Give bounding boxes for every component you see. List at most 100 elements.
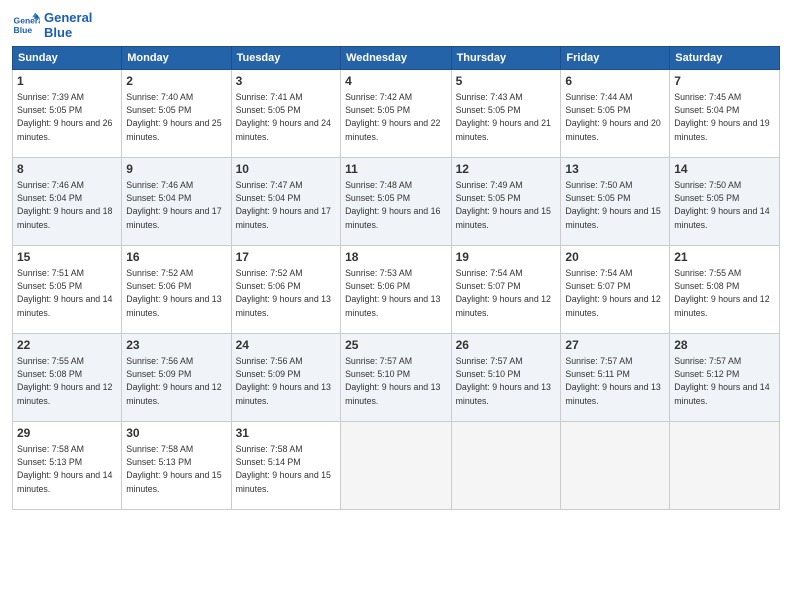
logo-blue: Blue [44,25,92,40]
day-info: Sunrise: 7:40 AMSunset: 5:05 PMDaylight:… [126,92,221,142]
calendar-cell: 18 Sunrise: 7:53 AMSunset: 5:06 PMDaylig… [341,246,452,334]
day-info: Sunrise: 7:57 AMSunset: 5:12 PMDaylight:… [674,356,769,406]
day-number: 25 [345,337,447,354]
day-number: 28 [674,337,775,354]
calendar-row-1: 1 Sunrise: 7:39 AMSunset: 5:05 PMDayligh… [13,70,780,158]
calendar-row-5: 29 Sunrise: 7:58 AMSunset: 5:13 PMDaylig… [13,422,780,510]
day-info: Sunrise: 7:46 AMSunset: 5:04 PMDaylight:… [17,180,112,230]
day-number: 22 [17,337,117,354]
day-info: Sunrise: 7:52 AMSunset: 5:06 PMDaylight:… [236,268,331,318]
calendar-cell: 25 Sunrise: 7:57 AMSunset: 5:10 PMDaylig… [341,334,452,422]
calendar-cell: 12 Sunrise: 7:49 AMSunset: 5:05 PMDaylig… [451,158,561,246]
day-info: Sunrise: 7:51 AMSunset: 5:05 PMDaylight:… [17,268,112,318]
day-number: 29 [17,425,117,442]
day-info: Sunrise: 7:44 AMSunset: 5:05 PMDaylight:… [565,92,660,142]
day-number: 1 [17,73,117,90]
calendar-cell: 31 Sunrise: 7:58 AMSunset: 5:14 PMDaylig… [231,422,340,510]
calendar-cell: 1 Sunrise: 7:39 AMSunset: 5:05 PMDayligh… [13,70,122,158]
calendar-cell: 7 Sunrise: 7:45 AMSunset: 5:04 PMDayligh… [670,70,780,158]
calendar-cell: 23 Sunrise: 7:56 AMSunset: 5:09 PMDaylig… [122,334,231,422]
day-info: Sunrise: 7:57 AMSunset: 5:10 PMDaylight:… [345,356,440,406]
calendar-cell: 28 Sunrise: 7:57 AMSunset: 5:12 PMDaylig… [670,334,780,422]
calendar-cell: 29 Sunrise: 7:58 AMSunset: 5:13 PMDaylig… [13,422,122,510]
day-info: Sunrise: 7:49 AMSunset: 5:05 PMDaylight:… [456,180,551,230]
day-info: Sunrise: 7:43 AMSunset: 5:05 PMDaylight:… [456,92,551,142]
calendar-table: SundayMondayTuesdayWednesdayThursdayFrid… [12,46,780,510]
day-number: 23 [126,337,226,354]
day-number: 31 [236,425,336,442]
day-info: Sunrise: 7:52 AMSunset: 5:06 PMDaylight:… [126,268,221,318]
col-header-thursday: Thursday [451,47,561,70]
day-number: 14 [674,161,775,178]
day-number: 27 [565,337,665,354]
day-number: 2 [126,73,226,90]
calendar-cell: 16 Sunrise: 7:52 AMSunset: 5:06 PMDaylig… [122,246,231,334]
day-number: 9 [126,161,226,178]
day-number: 18 [345,249,447,266]
day-number: 16 [126,249,226,266]
day-number: 26 [456,337,557,354]
calendar-cell: 27 Sunrise: 7:57 AMSunset: 5:11 PMDaylig… [561,334,670,422]
day-info: Sunrise: 7:56 AMSunset: 5:09 PMDaylight:… [126,356,221,406]
day-number: 8 [17,161,117,178]
calendar-cell [670,422,780,510]
day-info: Sunrise: 7:50 AMSunset: 5:05 PMDaylight:… [565,180,660,230]
col-header-tuesday: Tuesday [231,47,340,70]
calendar-cell: 24 Sunrise: 7:56 AMSunset: 5:09 PMDaylig… [231,334,340,422]
day-number: 5 [456,73,557,90]
day-info: Sunrise: 7:55 AMSunset: 5:08 PMDaylight:… [17,356,112,406]
logo-general: General [44,10,92,25]
day-number: 6 [565,73,665,90]
day-info: Sunrise: 7:57 AMSunset: 5:11 PMDaylight:… [565,356,660,406]
day-number: 15 [17,249,117,266]
calendar-cell: 19 Sunrise: 7:54 AMSunset: 5:07 PMDaylig… [451,246,561,334]
day-number: 4 [345,73,447,90]
day-number: 21 [674,249,775,266]
calendar-cell [451,422,561,510]
day-info: Sunrise: 7:47 AMSunset: 5:04 PMDaylight:… [236,180,331,230]
day-info: Sunrise: 7:41 AMSunset: 5:05 PMDaylight:… [236,92,331,142]
day-info: Sunrise: 7:48 AMSunset: 5:05 PMDaylight:… [345,180,440,230]
day-info: Sunrise: 7:54 AMSunset: 5:07 PMDaylight:… [565,268,660,318]
day-number: 10 [236,161,336,178]
day-info: Sunrise: 7:58 AMSunset: 5:14 PMDaylight:… [236,444,331,494]
logo: General Blue General Blue [12,10,92,40]
calendar-cell: 10 Sunrise: 7:47 AMSunset: 5:04 PMDaylig… [231,158,340,246]
day-number: 7 [674,73,775,90]
calendar-cell [561,422,670,510]
day-info: Sunrise: 7:58 AMSunset: 5:13 PMDaylight:… [126,444,221,494]
day-number: 20 [565,249,665,266]
calendar-cell: 22 Sunrise: 7:55 AMSunset: 5:08 PMDaylig… [13,334,122,422]
calendar-cell: 15 Sunrise: 7:51 AMSunset: 5:05 PMDaylig… [13,246,122,334]
day-info: Sunrise: 7:50 AMSunset: 5:05 PMDaylight:… [674,180,769,230]
day-number: 24 [236,337,336,354]
calendar-cell: 4 Sunrise: 7:42 AMSunset: 5:05 PMDayligh… [341,70,452,158]
svg-text:Blue: Blue [14,25,33,35]
calendar-cell: 13 Sunrise: 7:50 AMSunset: 5:05 PMDaylig… [561,158,670,246]
day-info: Sunrise: 7:39 AMSunset: 5:05 PMDaylight:… [17,92,112,142]
calendar-cell: 20 Sunrise: 7:54 AMSunset: 5:07 PMDaylig… [561,246,670,334]
calendar-cell: 26 Sunrise: 7:57 AMSunset: 5:10 PMDaylig… [451,334,561,422]
calendar-cell: 3 Sunrise: 7:41 AMSunset: 5:05 PMDayligh… [231,70,340,158]
page-header: General Blue General Blue [12,10,780,40]
calendar-cell: 17 Sunrise: 7:52 AMSunset: 5:06 PMDaylig… [231,246,340,334]
calendar-row-3: 15 Sunrise: 7:51 AMSunset: 5:05 PMDaylig… [13,246,780,334]
calendar-cell: 21 Sunrise: 7:55 AMSunset: 5:08 PMDaylig… [670,246,780,334]
col-header-saturday: Saturday [670,47,780,70]
calendar-row-4: 22 Sunrise: 7:55 AMSunset: 5:08 PMDaylig… [13,334,780,422]
col-header-sunday: Sunday [13,47,122,70]
calendar-cell: 8 Sunrise: 7:46 AMSunset: 5:04 PMDayligh… [13,158,122,246]
day-number: 30 [126,425,226,442]
col-header-wednesday: Wednesday [341,47,452,70]
day-number: 12 [456,161,557,178]
day-number: 19 [456,249,557,266]
calendar-cell: 6 Sunrise: 7:44 AMSunset: 5:05 PMDayligh… [561,70,670,158]
calendar-cell [341,422,452,510]
day-info: Sunrise: 7:58 AMSunset: 5:13 PMDaylight:… [17,444,112,494]
day-number: 13 [565,161,665,178]
calendar-cell: 14 Sunrise: 7:50 AMSunset: 5:05 PMDaylig… [670,158,780,246]
day-info: Sunrise: 7:53 AMSunset: 5:06 PMDaylight:… [345,268,440,318]
day-info: Sunrise: 7:55 AMSunset: 5:08 PMDaylight:… [674,268,769,318]
col-header-friday: Friday [561,47,670,70]
calendar-cell: 9 Sunrise: 7:46 AMSunset: 5:04 PMDayligh… [122,158,231,246]
